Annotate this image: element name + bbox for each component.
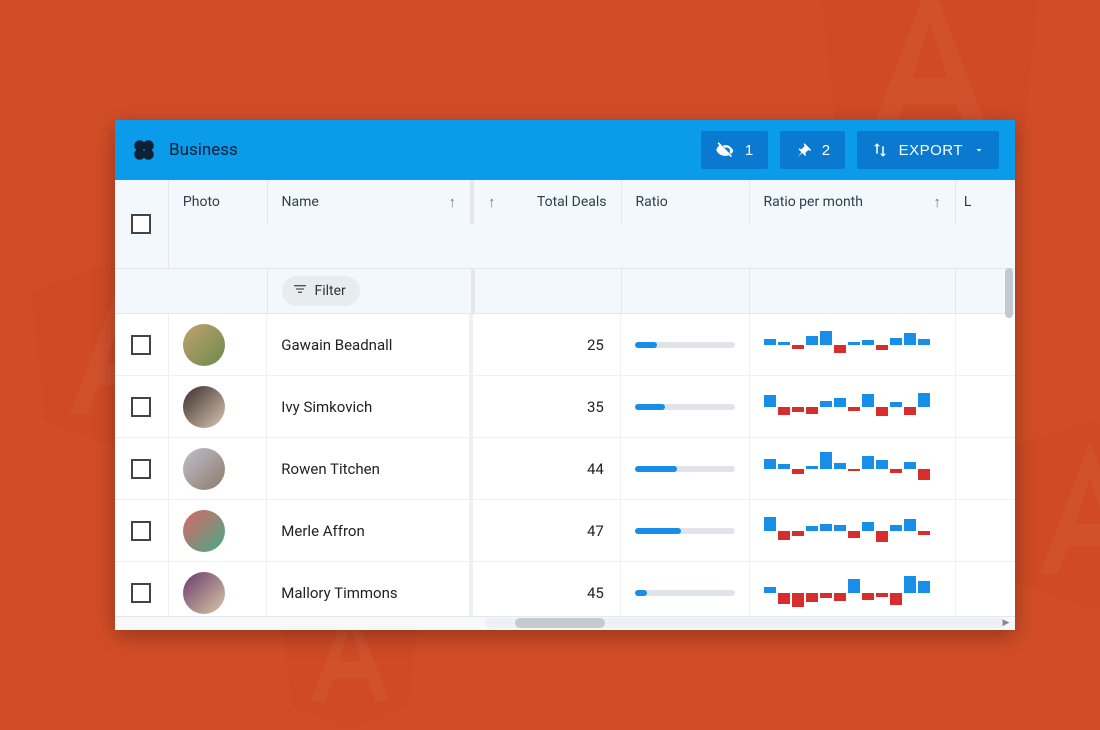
- toolbar-title: Business: [169, 140, 238, 160]
- cell-total-deals: 47: [587, 522, 604, 540]
- cell-name: Ivy Simkovich: [281, 398, 372, 416]
- avatar: [183, 510, 225, 552]
- avatar: [183, 324, 225, 366]
- row-checkbox[interactable]: [131, 397, 151, 417]
- cell-name: Mallory Timmons: [281, 584, 397, 602]
- ratio-sparkline: [764, 387, 934, 427]
- cell-total-deals: 44: [587, 460, 604, 478]
- export-button[interactable]: EXPORT: [857, 131, 999, 169]
- ratio-sparkline: [764, 325, 934, 365]
- avatar: [183, 572, 225, 614]
- select-all-checkbox[interactable]: [131, 214, 151, 234]
- ratio-bar: [635, 590, 735, 596]
- cell-name: Gawain Beadnall: [281, 336, 392, 354]
- ratio-sparkline: [764, 449, 934, 489]
- table-row[interactable]: Mallory Timmons 45: [115, 562, 1015, 616]
- ratio-bar: [635, 466, 735, 472]
- pin-icon: [794, 141, 812, 159]
- ratio-bar: [635, 404, 735, 410]
- avatar: [183, 448, 225, 490]
- cell-name: Rowen Titchen: [281, 460, 380, 478]
- cell-total-deals: 45: [587, 584, 604, 602]
- filter-icon: [292, 281, 308, 301]
- filter-chip[interactable]: Filter: [282, 276, 359, 306]
- sort-arrow-up-icon[interactable]: ↑: [488, 193, 496, 211]
- column-header-total-deals[interactable]: Total Deals: [503, 194, 606, 210]
- table-row[interactable]: Gawain Beadnall 25: [115, 314, 1015, 376]
- row-checkbox[interactable]: [131, 583, 151, 603]
- grid-body[interactable]: Gawain Beadnall 25 Ivy Simkovich 35 Rowen Ti…: [115, 314, 1015, 616]
- table-row[interactable]: Ivy Simkovich 35: [115, 376, 1015, 438]
- app-logo-icon: [131, 137, 157, 163]
- filter-label: Filter: [314, 283, 345, 299]
- column-header-ratio-per-month[interactable]: Ratio per month: [764, 194, 934, 210]
- swap-vertical-icon: [871, 141, 889, 159]
- chevron-down-icon: [973, 144, 985, 156]
- data-grid-card: Business 1 2 EXPORT: [115, 120, 1015, 630]
- horizontal-scrollbar[interactable]: ◀ ▶: [115, 616, 1015, 630]
- export-label: EXPORT: [899, 142, 963, 159]
- scrollbar-thumb[interactable]: [515, 618, 605, 628]
- ratio-bar: [635, 342, 735, 348]
- data-grid: Photo Name ↑ ↑ Total Deals Ratio Ratio p…: [115, 180, 1015, 630]
- table-row[interactable]: Rowen Titchen 44: [115, 438, 1015, 500]
- cell-total-deals: 35: [587, 398, 604, 416]
- vertical-scrollbar[interactable]: [1003, 268, 1015, 614]
- table-row[interactable]: Merle Affron 47: [115, 500, 1015, 562]
- ratio-bar: [635, 528, 735, 534]
- hidden-columns-count: 1: [745, 142, 754, 159]
- sort-arrow-up-icon[interactable]: ↑: [448, 193, 456, 211]
- row-checkbox[interactable]: [131, 459, 151, 479]
- ratio-sparkline: [764, 573, 934, 613]
- cell-total-deals: 25: [587, 336, 604, 354]
- sort-arrow-up-icon[interactable]: ↑: [933, 193, 941, 211]
- hidden-columns-button[interactable]: 1: [701, 131, 768, 169]
- grid-header: Photo Name ↑ ↑ Total Deals Ratio Ratio p…: [115, 180, 1015, 314]
- column-header-truncated[interactable]: L: [964, 194, 1007, 210]
- scroll-right-icon[interactable]: ▶: [999, 616, 1013, 630]
- column-header-photo[interactable]: Photo: [183, 194, 253, 210]
- avatar: [183, 386, 225, 428]
- row-checkbox[interactable]: [131, 521, 151, 541]
- cell-name: Merle Affron: [281, 522, 364, 540]
- grid-toolbar: Business 1 2 EXPORT: [115, 120, 1015, 180]
- row-checkbox[interactable]: [131, 335, 151, 355]
- column-header-ratio[interactable]: Ratio: [636, 194, 735, 210]
- column-header-name[interactable]: Name: [282, 194, 449, 210]
- angular-logo-bg: [1000, 420, 1100, 610]
- ratio-sparkline: [764, 511, 934, 551]
- pinned-columns-count: 2: [822, 142, 831, 159]
- visibility-off-icon: [715, 140, 735, 160]
- scrollbar-thumb[interactable]: [1005, 268, 1013, 318]
- pinned-columns-button[interactable]: 2: [780, 131, 845, 169]
